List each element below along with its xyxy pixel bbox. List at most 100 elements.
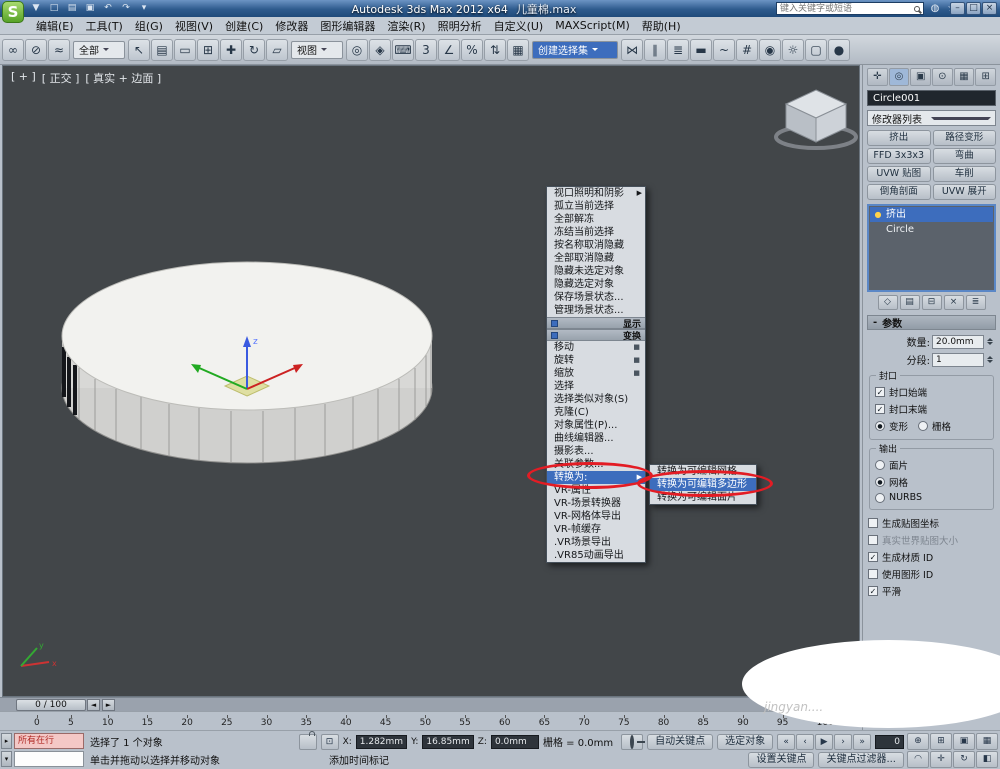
key-filters-button[interactable]: 关键点过滤器... <box>818 752 904 768</box>
cap-end-checkbox[interactable]: ✓ 封口末端 <box>875 402 988 416</box>
context-menu-item[interactable]: .VR85动画导出 <box>547 549 645 562</box>
context-menu-item[interactable]: .VR场景导出 <box>547 536 645 549</box>
macro-recorder-icon[interactable]: ▾ <box>1 751 12 767</box>
parameter-checkbox[interactable]: 使用图形 ID <box>868 567 995 581</box>
maxscript-listener-icon[interactable]: ▸ <box>1 733 12 749</box>
context-menu-item[interactable]: 选择 <box>547 380 645 393</box>
context-menu-item[interactable]: 孤立当前选择 <box>547 200 645 213</box>
selected-filter-dropdown[interactable]: 选定对象 <box>717 734 773 750</box>
rectangular-selection-region-icon[interactable]: ▭ <box>174 39 196 61</box>
set-key-mode-button[interactable]: 设置关键点 <box>748 752 814 768</box>
play-icon[interactable]: ▶ <box>815 734 833 750</box>
save-file-icon[interactable]: ▣ <box>82 2 98 15</box>
morph-radio[interactable]: ● 变形 <box>875 419 908 433</box>
context-menu-item[interactable]: 按名称取消隐藏 <box>547 239 645 252</box>
close-button[interactable]: × <box>982 2 997 15</box>
select-and-rotate-icon[interactable]: ↻ <box>243 39 265 61</box>
search-icon[interactable] <box>914 6 920 12</box>
radio-icon[interactable] <box>875 460 885 470</box>
zoom-extents-all-icon[interactable]: ▦ <box>976 733 998 750</box>
display-tab-icon[interactable]: ▦ <box>954 68 975 86</box>
radio-icon[interactable]: ● <box>875 421 885 431</box>
go-to-start-icon[interactable]: « <box>777 734 795 750</box>
viewport-label-part[interactable]: [ + ] <box>11 70 36 86</box>
radio-icon[interactable] <box>918 421 928 431</box>
menubar-item[interactable]: 照明分析 <box>432 18 488 34</box>
menubar-item[interactable]: 图形编辑器 <box>314 18 381 34</box>
context-menu-item[interactable]: 隐藏未选定对象 <box>547 265 645 278</box>
nurbs-radio[interactable]: NURBS <box>875 492 922 503</box>
absolute-mode-toggle-icon[interactable]: ⊡ <box>321 734 339 750</box>
modifier-set-button[interactable]: UVW 展开 <box>933 184 997 200</box>
parameter-checkbox[interactable]: 真实世界贴图大小 <box>868 533 995 547</box>
unlink-selection-icon[interactable]: ⊘ <box>25 39 47 61</box>
modifier-set-button[interactable]: UVW 贴图 <box>867 166 931 182</box>
patch-radio[interactable]: 面片 <box>875 458 908 472</box>
context-menu-item[interactable]: VR-网格体导出 <box>547 510 645 523</box>
modify-tab-icon[interactable]: ◎ <box>889 68 910 86</box>
previous-frame-button[interactable]: ◄ <box>87 699 100 711</box>
modifier-set-button[interactable]: 挤出 <box>867 130 931 146</box>
macro-recorder-pane[interactable]: 所有在行 <box>14 733 84 749</box>
window-crossing-icon[interactable]: ⊞ <box>197 39 219 61</box>
menubar-item[interactable]: 组(G) <box>129 18 169 34</box>
select-object-icon[interactable]: ↖ <box>128 39 150 61</box>
maximize-button[interactable]: □ <box>966 2 981 15</box>
menubar-item[interactable]: 工具(T) <box>80 18 129 34</box>
perspective-viewport[interactable]: [ + ] [ 正交 ] [ 真实 + 边面 ] <box>2 65 860 697</box>
segments-spinner[interactable] <box>986 353 994 366</box>
application-menu-icon[interactable]: ▼ <box>28 2 44 15</box>
context-menu-item[interactable]: 旋转 ■ <box>547 354 645 367</box>
context-menu-item[interactable]: 选择类似对象(S) <box>547 393 645 406</box>
next-frame-icon[interactable]: › <box>834 734 852 750</box>
context-menu-item[interactable]: 保存场景状态... <box>547 291 645 304</box>
amount-field[interactable]: 20.0mm <box>932 335 984 349</box>
keyboard-shortcut-override-icon[interactable]: ⌨ <box>392 39 414 61</box>
rendered-frame-window-icon[interactable]: ▢ <box>805 39 827 61</box>
parameters-rollout-header[interactable]: - 参数 <box>867 315 996 330</box>
percent-snap-icon[interactable]: % <box>461 39 483 61</box>
material-editor-icon[interactable]: ◉ <box>759 39 781 61</box>
render-production-icon[interactable]: ● <box>828 39 850 61</box>
modifier-bulb-icon[interactable]: ● <box>873 207 883 222</box>
undo-icon[interactable]: ↶ <box>100 2 116 15</box>
maximize-viewport-toggle-icon[interactable]: ◧ <box>976 751 998 768</box>
mesh-radio[interactable]: ● 网格 <box>875 475 908 489</box>
previous-frame-icon[interactable]: ‹ <box>796 734 814 750</box>
select-and-manipulate-icon[interactable]: ◈ <box>369 39 391 61</box>
context-menu-item[interactable]: 全部取消隐藏 <box>547 252 645 265</box>
context-menu-item[interactable]: 摄影表... <box>547 445 645 458</box>
z-coordinate-field[interactable]: 0.0mm <box>491 735 539 749</box>
context-menu-item[interactable]: VR-帧缓存 <box>547 523 645 536</box>
create-tab-icon[interactable]: ✛ <box>867 68 888 86</box>
new-scene-icon[interactable]: □ <box>46 2 62 15</box>
infocenter-search-input[interactable] <box>780 3 914 14</box>
named-selection-sets-dropdown[interactable]: 创建选择集 <box>532 41 618 59</box>
pin-stack-icon[interactable]: ◇ <box>878 295 898 310</box>
radio-icon[interactable]: ● <box>875 477 885 487</box>
context-menu-item[interactable]: 视口照明和阴影 ▶ <box>547 187 645 200</box>
context-menu-item[interactable]: 对象属性(P)... <box>547 419 645 432</box>
checkbox-icon[interactable]: ✓ <box>868 552 878 562</box>
menubar-item[interactable]: 修改器 <box>269 18 314 34</box>
x-coordinate-field[interactable]: 1.282mm <box>356 735 407 749</box>
parameter-checkbox[interactable]: 生成贴图坐标 <box>868 516 995 530</box>
checkbox-icon[interactable] <box>868 535 878 545</box>
auto-key-button[interactable]: 自动关键点 <box>647 734 713 750</box>
modifier-set-button[interactable]: FFD 3x3x3 <box>867 148 931 164</box>
mirror-icon[interactable]: ⋈ <box>621 39 643 61</box>
hierarchy-tab-icon[interactable]: ▣ <box>910 68 931 86</box>
amount-spinner[interactable] <box>986 335 994 348</box>
segments-field[interactable]: 1 <box>932 353 984 367</box>
checkbox-icon[interactable] <box>868 569 878 579</box>
zoom-all-icon[interactable]: ⊞ <box>930 733 952 750</box>
viewport-label-part[interactable]: [ 真实 + 边面 ] <box>85 70 161 86</box>
go-to-end-icon[interactable]: » <box>853 734 871 750</box>
cap-start-checkbox[interactable]: ✓ 封口始端 <box>875 385 988 399</box>
viewport-label-part[interactable]: [ 正交 ] <box>42 70 80 86</box>
context-menu-item[interactable]: 缩放 ■ <box>547 367 645 380</box>
modifier-set-button[interactable]: 路径变形 <box>933 130 997 146</box>
project-folder-icon[interactable]: ▾ <box>136 2 152 15</box>
zoom-extents-icon[interactable]: ▣ <box>953 733 975 750</box>
context-menu-item[interactable]: 管理场景状态... <box>547 304 645 317</box>
